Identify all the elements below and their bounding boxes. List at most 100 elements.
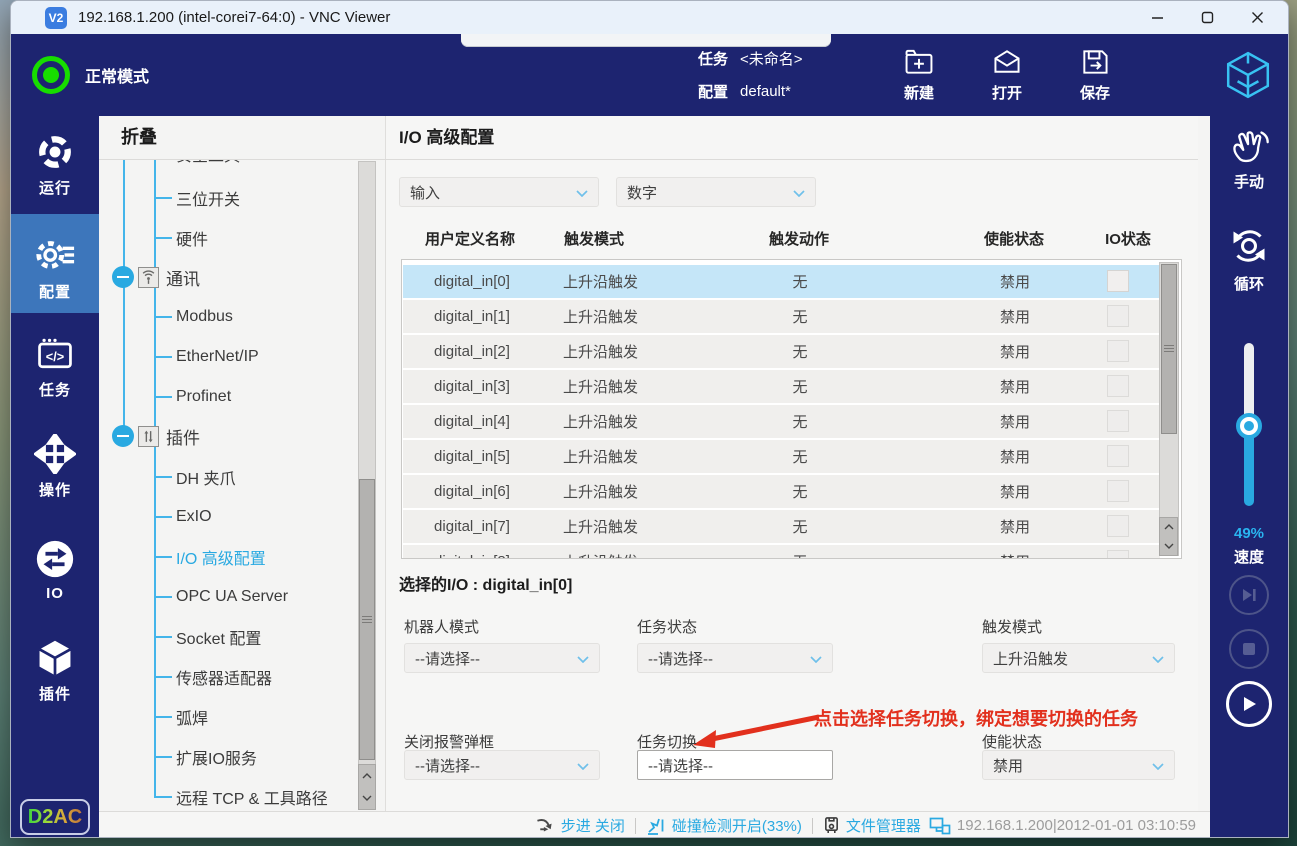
tree-collapse-header[interactable]: 折叠 bbox=[121, 116, 157, 159]
collision-icon bbox=[647, 818, 664, 835]
tree-connector bbox=[154, 596, 172, 598]
step-forward-button[interactable] bbox=[1229, 575, 1269, 615]
task-state-select[interactable]: --请选择-- bbox=[637, 643, 833, 673]
io-table: digital_in[0] 上升沿触发 无 禁用 digital_in[1] 上… bbox=[401, 259, 1182, 559]
app-header: 正常模式 任务 <未命名> 配置 default* 新建 打开 保存 bbox=[11, 34, 1288, 116]
table-row[interactable]: digital_in[6] 上升沿触发 无 禁用 bbox=[403, 475, 1160, 508]
tree-item-io-advanced-config[interactable]: I/O 高级配置 bbox=[154, 543, 266, 571]
scroll-down-button[interactable] bbox=[1160, 537, 1177, 556]
maximize-button[interactable] bbox=[1182, 1, 1232, 34]
tree-connector bbox=[154, 796, 172, 798]
table-row[interactable]: digital_in[2] 上升沿触发 无 禁用 bbox=[403, 335, 1160, 368]
io-state-checkbox[interactable] bbox=[1107, 410, 1129, 432]
stop-button[interactable] bbox=[1229, 629, 1269, 669]
manual-mode-button[interactable]: 手动 bbox=[1210, 126, 1288, 192]
tree-item-hardware[interactable]: 硬件 bbox=[154, 224, 208, 252]
tree-connector bbox=[154, 516, 172, 518]
io-state-checkbox[interactable] bbox=[1107, 480, 1129, 502]
io-state-checkbox[interactable] bbox=[1107, 550, 1129, 558]
open-button[interactable]: 打开 bbox=[979, 47, 1035, 103]
tree-item-arc-welding[interactable]: 弧焊 bbox=[154, 703, 208, 731]
io-state-checkbox[interactable] bbox=[1107, 340, 1129, 362]
status-ring-icon bbox=[32, 56, 70, 94]
table-scrollbar[interactable] bbox=[1159, 262, 1179, 556]
column-header-trigger-mode: 触发模式 bbox=[564, 231, 625, 248]
config-value: default* bbox=[740, 83, 791, 100]
scroll-up-button[interactable] bbox=[1160, 518, 1177, 537]
cycle-mode-button[interactable]: 循环 bbox=[1210, 224, 1288, 294]
tree-scrollbar-thumb[interactable] bbox=[359, 479, 375, 760]
close-button[interactable] bbox=[1232, 1, 1282, 34]
io-state-checkbox[interactable] bbox=[1107, 375, 1129, 397]
close-alarm-popup-select[interactable]: --请选择-- bbox=[404, 750, 600, 780]
collapse-minus-icon[interactable] bbox=[112, 266, 134, 288]
column-header-enable-state: 使能状态 bbox=[983, 231, 1045, 248]
enable-state-select[interactable]: 禁用 bbox=[982, 750, 1175, 780]
sidebar-item-run[interactable]: 运行 bbox=[11, 124, 99, 198]
collapse-minus-icon[interactable] bbox=[112, 425, 134, 447]
tree-item-exio[interactable]: ExIO bbox=[154, 503, 212, 531]
config-key: 配置 bbox=[698, 84, 729, 101]
robot-mode-select[interactable]: --请选择-- bbox=[404, 643, 600, 673]
tree-item-safety-tool[interactable]: 安全工具 bbox=[154, 160, 240, 168]
table-row[interactable]: digital_in[0] 上升沿触发 无 禁用 bbox=[403, 265, 1160, 298]
trigger-mode-select[interactable]: 上升沿触发 bbox=[982, 643, 1175, 673]
enable-state-label: 使能状态 bbox=[982, 734, 1043, 751]
table-row[interactable]: digital_in[4] 上升沿触发 无 禁用 bbox=[403, 405, 1160, 438]
io-type-select[interactable]: 数字 bbox=[616, 177, 816, 207]
speed-label: 速度 bbox=[1233, 549, 1264, 566]
vnc-viewer-window: V2 192.168.1.200 (intel-corei7-64:0) - V… bbox=[10, 0, 1289, 838]
tree-connector bbox=[154, 676, 172, 678]
tree-item-dh-gripper[interactable]: DH 夹爪 bbox=[154, 463, 236, 491]
window-titlebar[interactable]: V2 192.168.1.200 (intel-corei7-64:0) - V… bbox=[11, 1, 1288, 34]
open-icon bbox=[994, 50, 1020, 73]
tree-scrollbar-buttons bbox=[358, 764, 376, 810]
play-button[interactable] bbox=[1226, 681, 1272, 727]
scroll-up-button[interactable] bbox=[359, 765, 375, 787]
save-button[interactable]: 保存 bbox=[1067, 47, 1123, 103]
io-state-checkbox[interactable] bbox=[1107, 515, 1129, 537]
tree-scrollbar[interactable] bbox=[358, 161, 376, 810]
tree-item-opc-ua-server[interactable]: OPC UA Server bbox=[154, 583, 288, 611]
tree-item-extended-io[interactable]: 扩展IO服务 bbox=[154, 743, 257, 771]
sidebar-item-operate[interactable]: 操作 bbox=[11, 426, 99, 500]
table-row[interactable]: digital_in[1] 上升沿触发 无 禁用 bbox=[403, 300, 1160, 333]
tree-item-socket-config[interactable]: Socket 配置 bbox=[154, 623, 261, 651]
table-row[interactable]: digital_in[7] 上升沿触发 无 禁用 bbox=[403, 510, 1160, 543]
tree-item-three-position-switch[interactable]: 三位开关 bbox=[154, 184, 240, 212]
file-manager-button[interactable]: 文件管理器 bbox=[823, 815, 921, 836]
tree-node-plugins[interactable]: 插件 bbox=[112, 422, 200, 450]
minimize-button[interactable] bbox=[1132, 1, 1182, 34]
table-row[interactable]: digital_in[8] 上升沿触发 无 禁用 bbox=[403, 545, 1160, 558]
tree-node-communication[interactable]: 通讯 bbox=[112, 263, 200, 291]
tree-item-ethernet-ip[interactable]: EtherNet/IP bbox=[154, 343, 259, 371]
gear-icon bbox=[36, 241, 75, 269]
table-row[interactable]: digital_in[3] 上升沿触发 无 禁用 bbox=[403, 370, 1160, 403]
sidebar-item-io[interactable]: IO bbox=[11, 530, 99, 604]
task-switch-select[interactable]: --请选择-- bbox=[637, 750, 833, 780]
sidebar-item-task[interactable]: </> 任务 bbox=[11, 326, 99, 400]
table-row[interactable]: digital_in[5] 上升沿触发 无 禁用 bbox=[403, 440, 1160, 473]
remote-desktop-view: 正常模式 任务 <未命名> 配置 default* 新建 打开 保存 运行 配置… bbox=[11, 34, 1288, 837]
tree-item-sensor-adapter[interactable]: 传感器适配器 bbox=[154, 663, 272, 691]
speed-slider-knob[interactable] bbox=[1236, 413, 1262, 439]
speed-percent-value: 49% bbox=[1233, 525, 1265, 542]
step-mode-status[interactable]: 步进 关闭 bbox=[535, 815, 625, 836]
tree-item-remote-tcp-toolpath[interactable]: 远程 TCP & 工具路径 bbox=[154, 783, 328, 811]
io-direction-select[interactable]: 输入 bbox=[399, 177, 599, 207]
tree-viewport: 安全工具 三位开关 硬件 bbox=[99, 160, 386, 811]
panel-right-margin bbox=[1198, 116, 1210, 837]
antenna-icon bbox=[138, 266, 159, 288]
io-state-checkbox[interactable] bbox=[1107, 445, 1129, 467]
collision-detection-status[interactable]: 碰撞检测开启(33%) bbox=[646, 815, 802, 836]
new-button[interactable]: 新建 bbox=[891, 47, 947, 103]
sidebar-item-plugin[interactable]: 插件 bbox=[11, 630, 99, 704]
tree-connector bbox=[154, 716, 172, 718]
sidebar-item-config[interactable]: 配置 bbox=[11, 214, 99, 313]
tree-item-profinet[interactable]: Profinet bbox=[154, 383, 231, 411]
scroll-down-button[interactable] bbox=[359, 787, 375, 809]
tree-item-modbus[interactable]: Modbus bbox=[154, 303, 233, 331]
io-state-checkbox[interactable] bbox=[1107, 270, 1129, 292]
table-scrollbar-thumb[interactable] bbox=[1161, 264, 1177, 434]
io-state-checkbox[interactable] bbox=[1107, 305, 1129, 327]
